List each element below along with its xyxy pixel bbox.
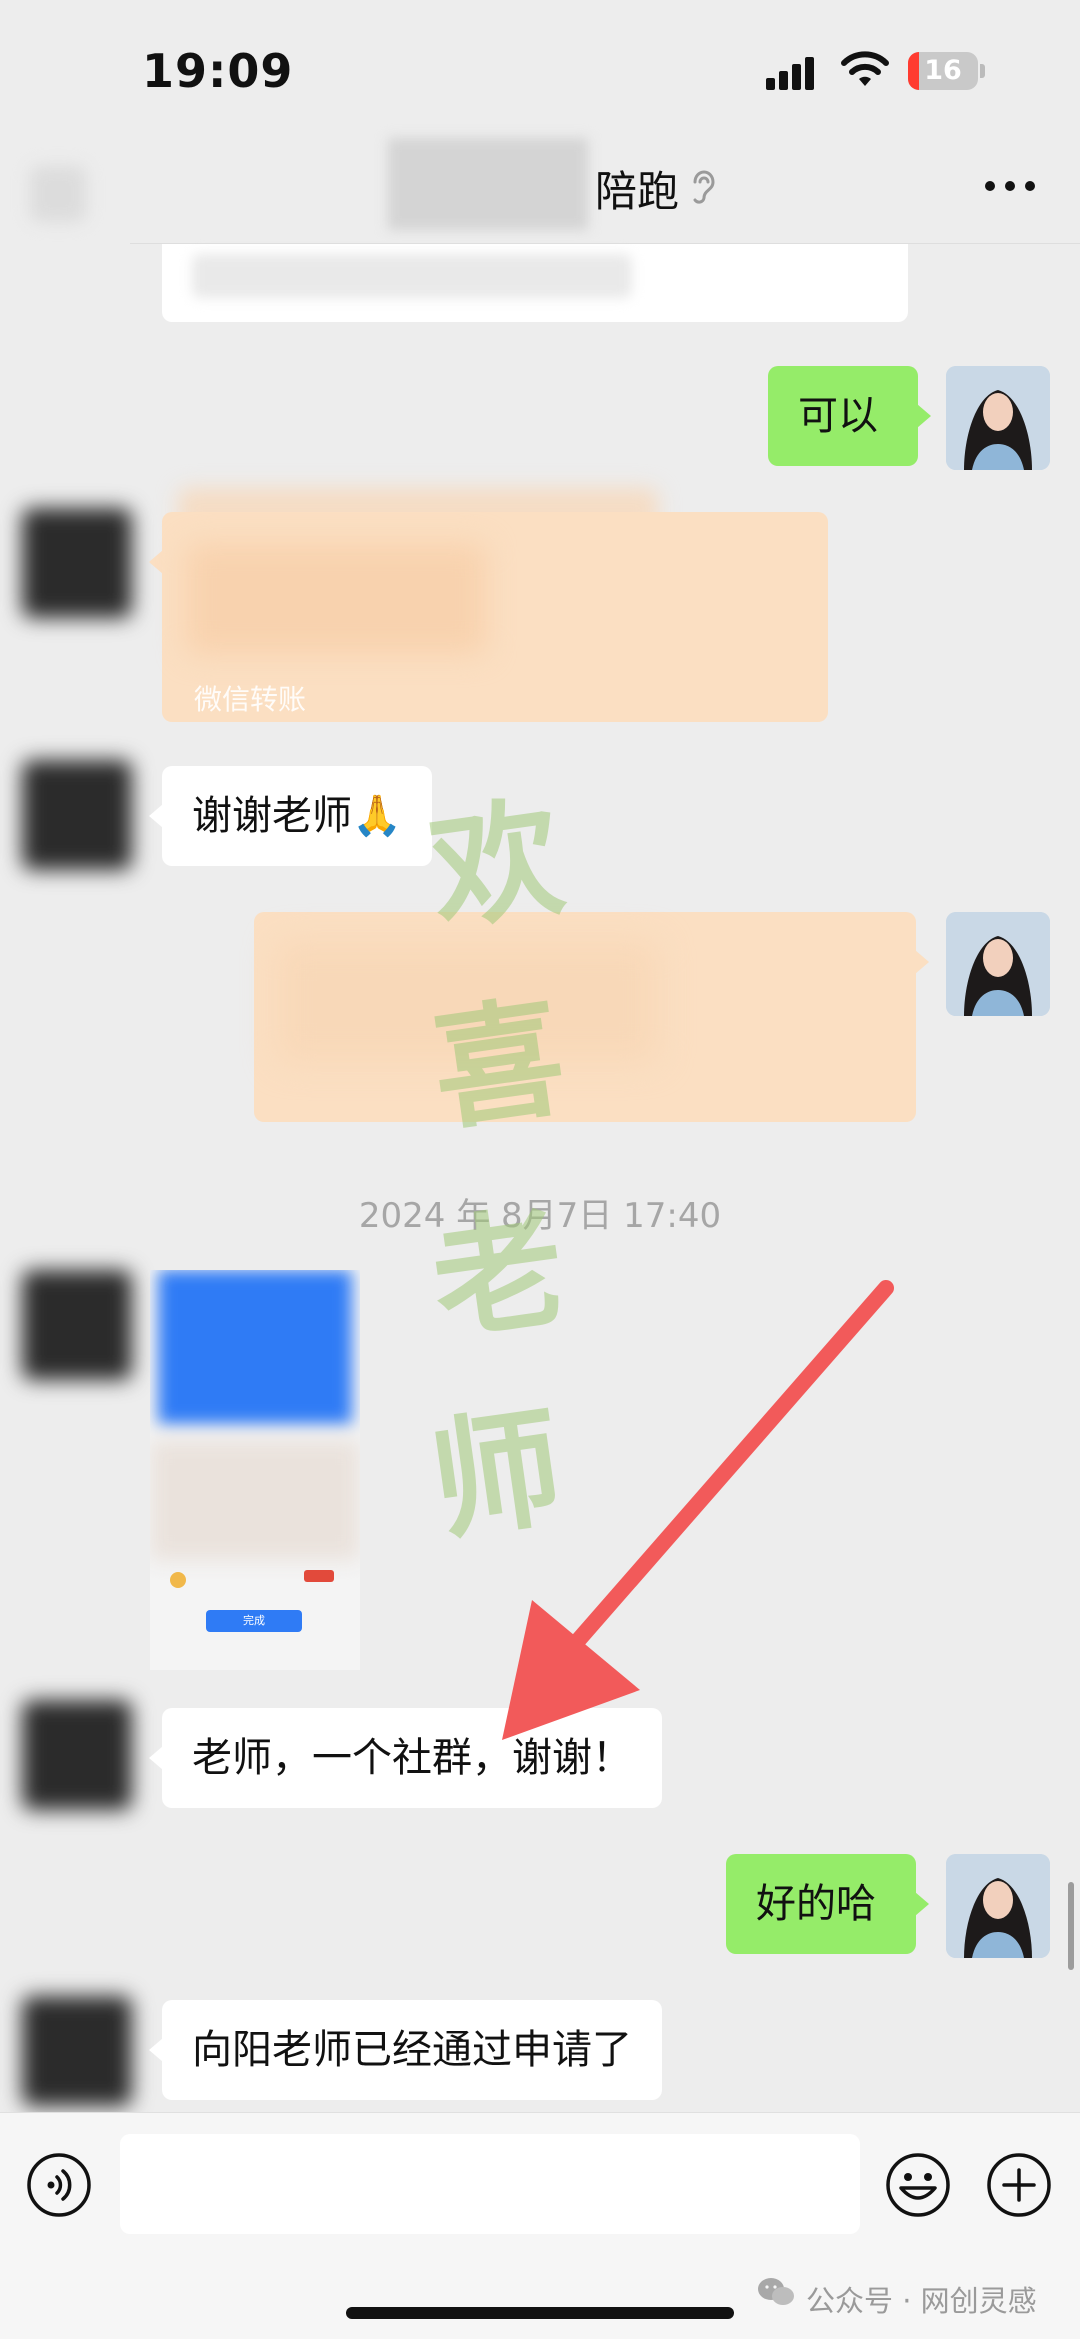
- contact-avatar[interactable]: [22, 1270, 132, 1380]
- status-time: 19:09: [142, 44, 294, 98]
- watermark-char: 欢: [421, 779, 572, 950]
- contact-avatar[interactable]: [22, 508, 132, 618]
- battery-indicator: 16: [908, 52, 986, 90]
- voice-input-icon[interactable]: [26, 2152, 92, 2218]
- annotation-arrow: [502, 1280, 894, 1740]
- message-text: 向阳老师已经通过申请了: [192, 2027, 632, 2073]
- message-text: 谢谢老师🙏: [192, 793, 402, 839]
- add-attachment-icon[interactable]: [986, 2152, 1052, 2218]
- wechat-transfer-card[interactable]: 微信转账: [149, 512, 828, 722]
- source-attribution: 公众号 · 网创灵感: [806, 2284, 1037, 2318]
- home-indicator[interactable]: [346, 2307, 734, 2319]
- message-sent[interactable]: 好的哈: [726, 1854, 929, 1954]
- more-options-icon[interactable]: [984, 176, 1036, 196]
- image-message[interactable]: 完成: [150, 1270, 360, 1670]
- sent-transfer-card[interactable]: [254, 912, 929, 1122]
- message-received[interactable]: 向阳老师已经通过申请了: [149, 2000, 662, 2100]
- message-text: 可以: [798, 393, 878, 439]
- emoji-icon[interactable]: [885, 2152, 951, 2218]
- chat-title: 陪跑: [595, 167, 680, 216]
- message-received[interactable]: 谢谢老师🙏: [149, 766, 432, 866]
- battery-level-text: 16: [924, 55, 962, 86]
- contact-avatar[interactable]: [22, 1996, 132, 2106]
- chat-scroll-indicator[interactable]: [1068, 1882, 1074, 1970]
- transfer-label: 微信转账: [194, 683, 307, 716]
- earpiece-mode-icon: [693, 170, 715, 204]
- my-avatar[interactable]: [946, 366, 1050, 470]
- blurred-contact-name: [388, 138, 588, 230]
- wechat-logo-icon: [758, 2278, 794, 2305]
- wifi-icon: [841, 51, 889, 86]
- cellular-signal-icon: [766, 57, 814, 90]
- message-input[interactable]: [120, 2134, 860, 2234]
- preview-confirm-button: 完成: [206, 1610, 302, 1632]
- message-received-partial[interactable]: [162, 244, 908, 322]
- my-avatar[interactable]: [946, 912, 1050, 1016]
- watermark-char: 喜: [423, 979, 574, 1150]
- my-avatar[interactable]: [946, 1854, 1050, 1958]
- contact-avatar[interactable]: [22, 1700, 132, 1810]
- contact-avatar[interactable]: [22, 760, 132, 870]
- back-button[interactable]: [30, 166, 86, 222]
- message-sent[interactable]: 可以: [768, 366, 931, 466]
- message-text: 好的哈: [756, 1881, 876, 1927]
